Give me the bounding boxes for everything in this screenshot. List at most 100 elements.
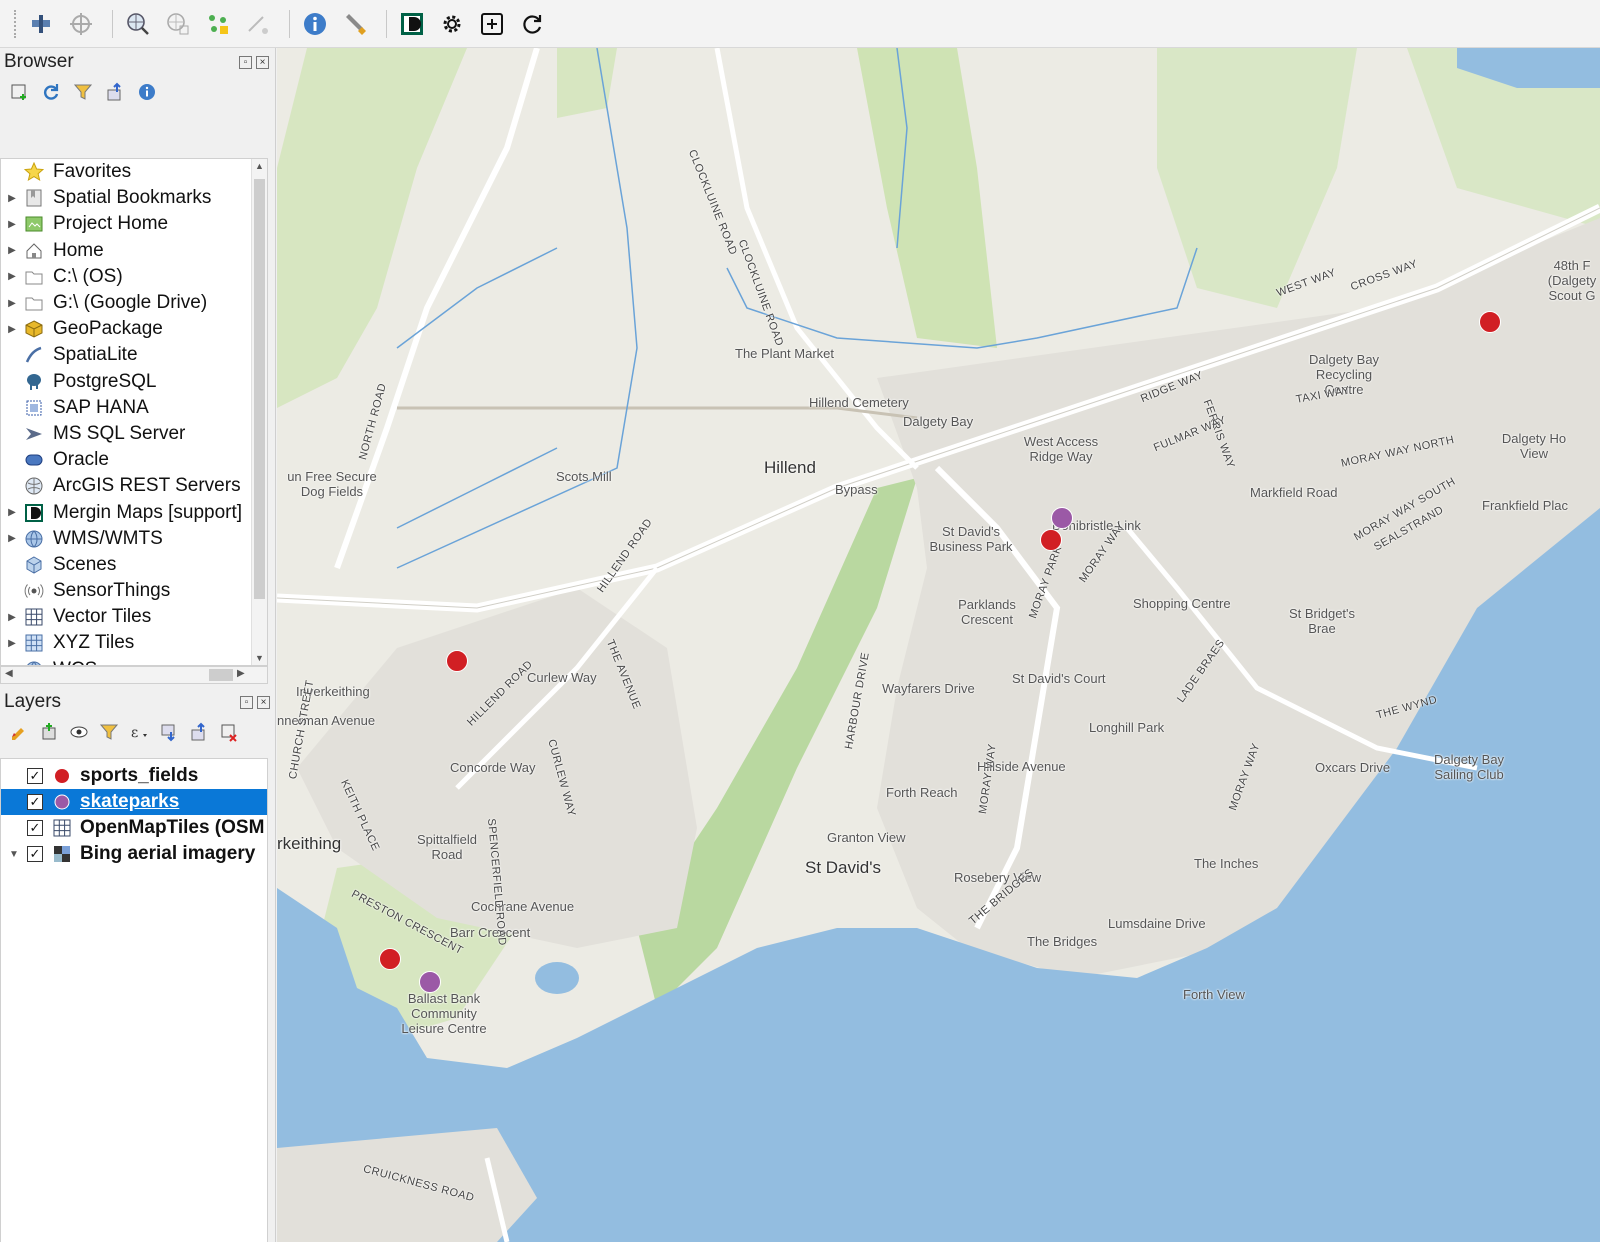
expand-arrow-icon[interactable]: ▶ [1, 219, 23, 230]
collapse-all-icon[interactable] [188, 721, 210, 743]
browser-item-mergin-maps-support[interactable]: ▶ Mergin Maps [support] [1, 499, 267, 525]
close-panel-icon[interactable]: × [257, 695, 270, 709]
layer-item-bing-aerial-imagery[interactable]: ▼ ✓ Bing aerial imagery [1, 841, 267, 867]
visibility-eye-icon[interactable] [68, 721, 90, 743]
info-icon[interactable] [136, 81, 158, 103]
gear-icon[interactable] [435, 7, 469, 41]
browser-item-g-google-drive[interactable]: ▶ G:\ (Google Drive) [1, 290, 267, 316]
browser-item-spatialite[interactable]: SpatiaLite [1, 342, 267, 368]
remove-layer-icon[interactable] [218, 721, 240, 743]
folder-icon [23, 266, 45, 288]
layers-tree[interactable]: ✓ sports_fields ✓ skateparks ✓ OpenMapTiles (… [0, 758, 268, 1242]
browser-item-geopackage[interactable]: ▶ GeoPackage [1, 316, 267, 342]
layer-item-sports-fields[interactable]: ✓ sports_fields [1, 763, 267, 789]
style-manager-icon[interactable] [8, 721, 30, 743]
scrollbar-thumb[interactable] [254, 179, 265, 599]
scrollbar-thumb[interactable] [209, 669, 233, 681]
expand-arrow-icon[interactable]: ▼ [1, 849, 27, 860]
layers-toolbar: ε [0, 716, 276, 748]
skatepark-marker[interactable] [419, 971, 441, 993]
map-place-label: Dalgety Bay Sailing Club [1433, 752, 1505, 782]
browser-item-vector-tiles[interactable]: ▶ Vector Tiles [1, 604, 267, 630]
map-place-label: Ballast Bank Community Leisure Centre [401, 991, 487, 1036]
close-panel-icon[interactable]: × [256, 55, 269, 69]
browser-item-arcgis-rest-servers[interactable]: ArcGIS REST Servers [1, 473, 267, 499]
expand-arrow-icon[interactable]: ▶ [1, 533, 23, 544]
filter-legend-icon[interactable] [98, 721, 120, 743]
filter-icon[interactable] [72, 81, 94, 103]
toolbar-grip[interactable] [14, 9, 18, 38]
browser-item-wms-wmts[interactable]: ▶ WMS/WMTS [1, 526, 267, 552]
browser-item-spatial-bookmarks[interactable]: ▶ Spatial Bookmarks [1, 185, 267, 211]
globe-icon [23, 528, 45, 550]
expand-arrow-icon[interactable]: ▶ [1, 507, 23, 518]
sync-icon[interactable] [515, 7, 549, 41]
filter-expression-icon[interactable]: ε [128, 721, 150, 743]
map-place-label: Shopping Centre [1133, 596, 1231, 611]
layer-visibility-checkbox[interactable]: ✓ [27, 768, 43, 784]
map-place-label: Longhill Park [1089, 720, 1165, 735]
add-square-icon[interactable] [475, 7, 509, 41]
add-group-icon[interactable] [38, 721, 60, 743]
sensor-icon [23, 580, 45, 602]
expand-arrow-icon[interactable]: ▶ [1, 193, 23, 204]
browser-item-postgresql[interactable]: PostgreSQL [1, 369, 267, 395]
expand-arrow-icon[interactable]: ▶ [1, 271, 23, 282]
expand-arrow-icon[interactable]: ▶ [1, 324, 23, 335]
sports-field-marker[interactable] [379, 948, 401, 970]
add-features-icon[interactable] [201, 7, 235, 41]
layer-visibility-checkbox[interactable]: ✓ [27, 794, 43, 810]
map-place-label: Hillend [764, 458, 816, 477]
expand-all-icon[interactable] [158, 721, 180, 743]
red-point-symbol-icon [52, 766, 72, 786]
layer-visibility-checkbox[interactable]: ✓ [27, 846, 43, 862]
map-canvas[interactable]: Hillend St David's rkeithing The Plant Mark… [277, 48, 1600, 1242]
browser-vertical-scrollbar[interactable]: ▲ ▼ [251, 159, 267, 665]
browser-item-label: G:\ (Google Drive) [53, 292, 208, 314]
layer-item-openmaptiles-osm[interactable]: ✓ OpenMapTiles (OSM [1, 815, 267, 841]
pan-map-icon[interactable] [24, 7, 58, 41]
collapse-all-icon[interactable] [104, 81, 126, 103]
browser-item-ms-sql-server[interactable]: MS SQL Server [1, 421, 267, 447]
tools-wrench-icon[interactable] [338, 7, 372, 41]
expand-arrow-icon[interactable]: ▶ [1, 612, 23, 623]
sports-field-marker[interactable] [446, 650, 468, 672]
browser-item-wcs[interactable]: WCS [1, 657, 267, 665]
zoom-selection-icon[interactable] [161, 7, 195, 41]
browser-item-scenes[interactable]: Scenes [1, 552, 267, 578]
map-place-label: Bypass [835, 482, 878, 497]
skatepark-marker[interactable] [1051, 507, 1073, 529]
browser-tree[interactable]: Favorites ▶ Spatial Bookmarks ▶ Project Home… [0, 158, 268, 666]
left-dock: Browser ▫ × Favorites ▶ Spatial Bookmarks ▶… [0, 48, 276, 1242]
browser-horizontal-scrollbar[interactable]: ◀ ▶ [0, 666, 268, 684]
map-place-label: Barr Crescent [450, 925, 531, 940]
browser-item-sap-hana[interactable]: SAP HANA [1, 395, 267, 421]
add-selected-layers-icon[interactable] [8, 81, 30, 103]
browser-item-xyz-tiles[interactable]: ▶ XYZ Tiles [1, 630, 267, 656]
browser-item-c-os[interactable]: ▶ C:\ (OS) [1, 264, 267, 290]
browser-item-favorites[interactable]: Favorites [1, 159, 267, 185]
float-panel-icon[interactable]: ▫ [240, 695, 253, 709]
edit-vertex-icon[interactable] [241, 7, 275, 41]
identify-icon[interactable] [298, 7, 332, 41]
sports-field-marker[interactable] [1479, 311, 1501, 333]
browser-item-oracle[interactable]: Oracle [1, 447, 267, 473]
raster-layer-icon [52, 844, 72, 864]
browser-item-label: Vector Tiles [53, 606, 152, 628]
expand-arrow-icon[interactable]: ▶ [1, 638, 23, 649]
pan-to-selection-icon[interactable] [64, 7, 98, 41]
refresh-icon[interactable] [40, 81, 62, 103]
sports-field-marker[interactable] [1040, 529, 1062, 551]
map-place-label: Curlew Way [527, 670, 597, 685]
layer-visibility-checkbox[interactable]: ✓ [27, 820, 43, 836]
mergin-maps-icon[interactable] [395, 7, 429, 41]
browser-item-project-home[interactable]: ▶ Project Home [1, 211, 267, 237]
browser-item-sensorthings[interactable]: SensorThings [1, 578, 267, 604]
star-icon [23, 161, 45, 183]
layer-item-skateparks[interactable]: ✓ skateparks [1, 789, 267, 815]
expand-arrow-icon[interactable]: ▶ [1, 298, 23, 309]
zoom-layer-icon[interactable] [121, 7, 155, 41]
expand-arrow-icon[interactable]: ▶ [1, 245, 23, 256]
float-panel-icon[interactable]: ▫ [239, 55, 252, 69]
browser-item-home[interactable]: ▶ Home [1, 238, 267, 264]
